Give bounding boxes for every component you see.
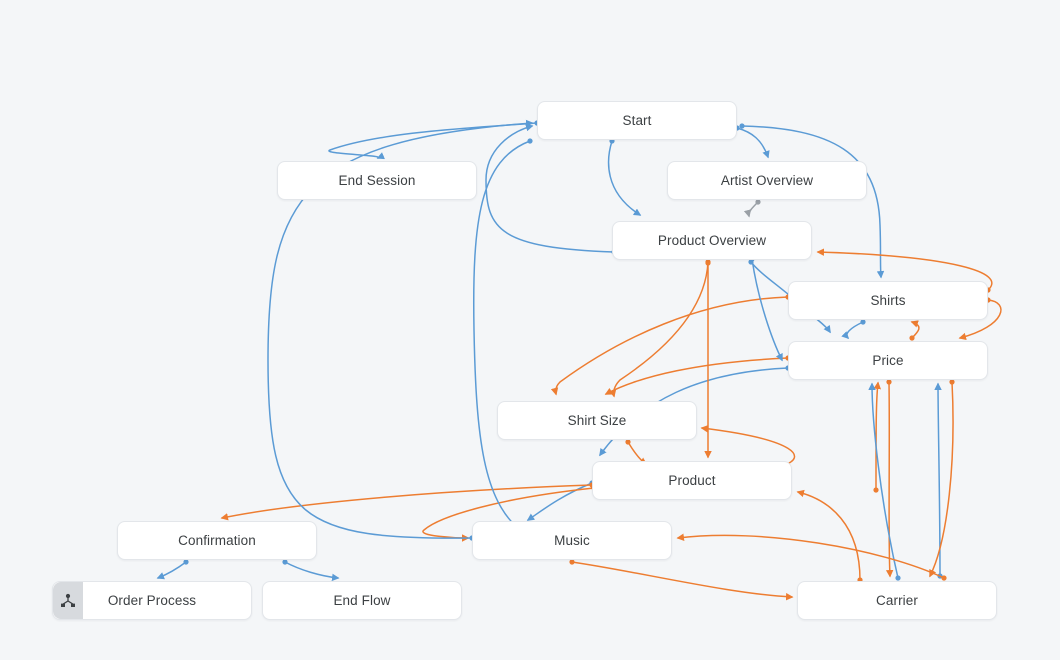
node-artist-overview[interactable]: Artist Overview bbox=[667, 161, 867, 200]
edge-start-to-product-overview[interactable] bbox=[609, 141, 640, 215]
node-shirts[interactable]: Shirts bbox=[788, 281, 988, 320]
edge-shirts-to-price[interactable] bbox=[847, 322, 863, 338]
edge-price-to-shirts[interactable] bbox=[912, 322, 919, 338]
edge-artist-overview-to-product-overview[interactable] bbox=[749, 202, 758, 216]
edge-source-dot bbox=[569, 559, 574, 564]
node-order-process[interactable]: Order Process bbox=[52, 581, 252, 620]
edge-source-dot bbox=[941, 575, 946, 580]
edge-price-to-carrier[interactable] bbox=[889, 382, 890, 576]
edge-source-dot bbox=[625, 439, 630, 444]
node-carrier[interactable]: Carrier bbox=[797, 581, 997, 620]
node-label-product: Product bbox=[668, 474, 715, 488]
edge-product-overview-to-price[interactable] bbox=[752, 259, 782, 360]
node-label-music: Music bbox=[554, 534, 590, 548]
edge-source-dot bbox=[873, 487, 878, 492]
node-label-confirmation: Confirmation bbox=[178, 534, 256, 548]
edge-source-dot bbox=[282, 559, 287, 564]
node-end-flow[interactable]: End Flow bbox=[262, 581, 462, 620]
node-product-overview[interactable]: Product Overview bbox=[612, 221, 812, 260]
node-label-end-session: End Session bbox=[339, 174, 416, 188]
edge-product-to-shirt-size[interactable] bbox=[702, 428, 795, 465]
node-label-end-flow: End Flow bbox=[333, 594, 390, 608]
node-start[interactable]: Start bbox=[537, 101, 737, 140]
node-confirmation[interactable]: Confirmation bbox=[117, 521, 317, 560]
node-music[interactable]: Music bbox=[472, 521, 672, 560]
edge-source-dot bbox=[183, 559, 188, 564]
node-label-start: Start bbox=[622, 114, 651, 128]
edge-source-dot bbox=[886, 379, 891, 384]
edge-start-to-music[interactable] bbox=[474, 141, 530, 530]
edge-product-to-confirmation[interactable] bbox=[222, 485, 592, 518]
node-price[interactable]: Price bbox=[788, 341, 988, 380]
edge-source-dot bbox=[705, 260, 710, 265]
edge-source-dot bbox=[949, 379, 954, 384]
edge-start-to-artist-overview[interactable] bbox=[737, 128, 768, 157]
node-product[interactable]: Product bbox=[592, 461, 792, 500]
edge-price-to-carrier[interactable] bbox=[930, 382, 953, 576]
edge-confirmation-to-order-process[interactable] bbox=[158, 562, 186, 578]
diagram-canvas[interactable]: Start End Session Artist Overview Product O… bbox=[0, 0, 1060, 660]
edge-source-dot bbox=[860, 319, 865, 324]
edge-product-to-music[interactable] bbox=[528, 483, 592, 520]
node-label-product-overview: Product Overview bbox=[658, 234, 766, 248]
node-label-price: Price bbox=[872, 354, 903, 368]
edge-start-to-end-session[interactable] bbox=[329, 123, 537, 158]
edge-shirts-to-shirt-size[interactable] bbox=[556, 297, 788, 394]
node-shirt-size[interactable]: Shirt Size bbox=[497, 401, 697, 440]
node-label-shirts: Shirts bbox=[870, 294, 905, 308]
node-end-session[interactable]: End Session bbox=[277, 161, 477, 200]
edge-source-dot bbox=[748, 259, 753, 264]
edge-carrier-to-price[interactable] bbox=[872, 384, 898, 578]
edge-product-overview-to-start[interactable] bbox=[486, 126, 614, 252]
edge-product-overview-to-shirt-size[interactable] bbox=[614, 262, 708, 396]
node-label-shirt-size: Shirt Size bbox=[568, 414, 627, 428]
edge-music-to-carrier[interactable] bbox=[572, 562, 792, 597]
edge-price-to-shirt-size[interactable] bbox=[606, 358, 788, 394]
edge-source-dot bbox=[937, 573, 942, 578]
edge-source-dot bbox=[909, 335, 914, 340]
node-label-artist-overview: Artist Overview bbox=[721, 174, 813, 188]
edge-source-dot bbox=[739, 123, 744, 128]
edge-carrier-to-price[interactable] bbox=[938, 384, 940, 576]
edge-source-dot bbox=[755, 199, 760, 204]
edge-source-dot bbox=[705, 259, 710, 264]
edge-carrier-to-music[interactable] bbox=[678, 535, 944, 578]
edge-layer bbox=[0, 0, 1060, 660]
edge-source-dot bbox=[527, 138, 532, 143]
edge-confirmation-to-end-flow[interactable] bbox=[285, 562, 338, 578]
edge-carrier-to-product[interactable] bbox=[798, 492, 860, 580]
node-label-order-process: Order Process bbox=[108, 594, 196, 608]
node-label-carrier: Carrier bbox=[876, 594, 918, 608]
edge-product-to-price[interactable] bbox=[876, 383, 878, 490]
edge-source-dot bbox=[895, 575, 900, 580]
hierarchy-icon bbox=[53, 582, 83, 619]
